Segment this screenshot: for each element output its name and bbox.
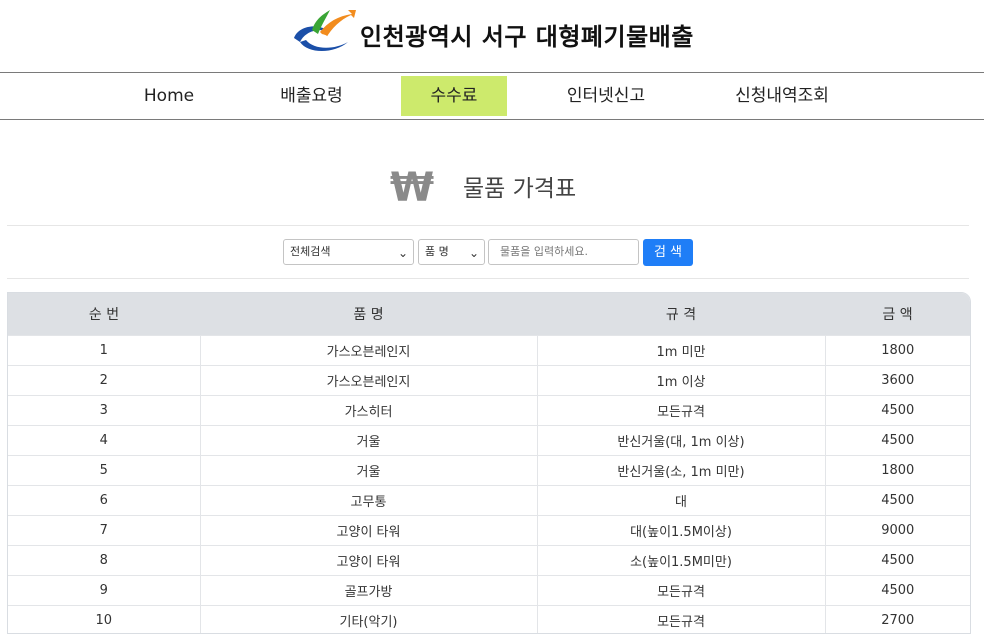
table-header-row: 순 번 품 명 규 격 금 액 xyxy=(8,293,970,336)
cell-item: 거울 xyxy=(200,456,537,486)
cell-number: 1 xyxy=(8,336,200,366)
table-row: 2 가스오븐레인지 1m 이상 3600 xyxy=(8,366,970,396)
price-table: 순 번 품 명 규 격 금 액 1 가스오븐레인지 1m 미만 1800 2 가… xyxy=(7,292,971,634)
table-row: 5 거울 반신거울(소, 1m 미만) 1800 xyxy=(8,456,970,486)
field-select-value: 품 명 xyxy=(425,245,449,258)
cell-item: 가스오븐레인지 xyxy=(200,366,537,396)
cell-item: 거울 xyxy=(200,426,537,456)
nav-disposal-guide[interactable]: 배출요령 xyxy=(264,76,359,116)
table-row: 8 고양이 타워 소(높이1.5M미만) 4500 xyxy=(8,546,970,576)
cell-item: 골프가방 xyxy=(200,576,537,606)
won-currency-icon: ₩ xyxy=(390,164,434,212)
column-header-spec: 규 격 xyxy=(537,293,825,336)
cell-spec: 모든규격 xyxy=(537,606,825,634)
cell-amount: 4500 xyxy=(825,576,970,606)
cell-spec: 반신거울(대, 1m 이상) xyxy=(537,426,825,456)
table-row: 10 기타(악기) 모든규격 2700 xyxy=(8,606,970,634)
cell-spec: 소(높이1.5M미만) xyxy=(537,546,825,576)
site-header: 인천광역시 서구 대형폐기물배출 xyxy=(0,0,984,72)
cell-spec: 모든규격 xyxy=(537,396,825,426)
search-input-placeholder: 물품을 입력하세요. xyxy=(500,245,588,258)
nav-fees[interactable]: 수수료 xyxy=(401,76,507,116)
cell-number: 5 xyxy=(8,456,200,486)
search-button[interactable]: 검 색 xyxy=(643,239,693,266)
cell-spec: 반신거울(소, 1m 미만) xyxy=(537,456,825,486)
table-row: 1 가스오븐레인지 1m 미만 1800 xyxy=(8,336,970,366)
chevron-down-icon: ⌄ xyxy=(469,241,479,265)
column-header-number: 순 번 xyxy=(8,293,200,336)
table-row: 3 가스히터 모든규격 4500 xyxy=(8,396,970,426)
cell-amount: 2700 xyxy=(825,606,970,634)
nav-internet-report[interactable]: 인터넷신고 xyxy=(550,76,662,116)
category-select[interactable]: 전체검색 ⌄ xyxy=(283,239,414,265)
cell-item: 가스히터 xyxy=(200,396,537,426)
cell-number: 8 xyxy=(8,546,200,576)
cell-spec: 대(높이1.5M이상) xyxy=(537,516,825,546)
nav-home[interactable]: Home xyxy=(124,76,214,116)
cell-item: 고양이 타워 xyxy=(200,516,537,546)
item-search-input[interactable]: 물품을 입력하세요. xyxy=(488,239,639,265)
table-row: 7 고양이 타워 대(높이1.5M이상) 9000 xyxy=(8,516,970,546)
cell-number: 9 xyxy=(8,576,200,606)
page-title: 물품 가격표 xyxy=(463,169,576,203)
cell-item: 가스오븐레인지 xyxy=(200,336,537,366)
incheon-seogu-logo-icon[interactable] xyxy=(290,8,358,56)
cell-amount: 3600 xyxy=(825,366,970,396)
field-select[interactable]: 품 명 ⌄ xyxy=(418,239,485,265)
cell-amount: 1800 xyxy=(825,456,970,486)
cell-number: 6 xyxy=(8,486,200,516)
cell-amount: 4500 xyxy=(825,396,970,426)
cell-amount: 4500 xyxy=(825,426,970,456)
nav-application-lookup[interactable]: 신청내역조회 xyxy=(718,76,846,116)
cell-amount: 9000 xyxy=(825,516,970,546)
table-row: 6 고무통 대 4500 xyxy=(8,486,970,516)
cell-item: 고무통 xyxy=(200,486,537,516)
category-select-value: 전체검색 xyxy=(290,245,330,258)
table-row: 9 골프가방 모든규격 4500 xyxy=(8,576,970,606)
table-row: 4 거울 반신거울(대, 1m 이상) 4500 xyxy=(8,426,970,456)
column-header-amount: 금 액 xyxy=(825,293,970,336)
cell-item: 고양이 타워 xyxy=(200,546,537,576)
site-title[interactable]: 인천광역시 서구 대형폐기물배출 xyxy=(360,17,694,52)
cell-spec: 1m 이상 xyxy=(537,366,825,396)
cell-spec: 1m 미만 xyxy=(537,336,825,366)
cell-amount: 4500 xyxy=(825,486,970,516)
main-nav: Home 배출요령 수수료 인터넷신고 신청내역조회 xyxy=(0,72,984,120)
cell-spec: 대 xyxy=(537,486,825,516)
cell-number: 7 xyxy=(8,516,200,546)
cell-amount: 1800 xyxy=(825,336,970,366)
cell-amount: 4500 xyxy=(825,546,970,576)
cell-spec: 모든규격 xyxy=(537,576,825,606)
cell-number: 2 xyxy=(8,366,200,396)
cell-item: 기타(악기) xyxy=(200,606,537,634)
divider xyxy=(7,278,969,279)
chevron-down-icon: ⌄ xyxy=(398,241,408,265)
page-title-area: ₩ 물품 가격표 xyxy=(0,120,984,225)
search-bar: 전체검색 ⌄ 품 명 ⌄ 물품을 입력하세요. 검 색 xyxy=(0,226,984,278)
cell-number: 10 xyxy=(8,606,200,634)
column-header-item: 품 명 xyxy=(200,293,537,336)
cell-number: 3 xyxy=(8,396,200,426)
cell-number: 4 xyxy=(8,426,200,456)
